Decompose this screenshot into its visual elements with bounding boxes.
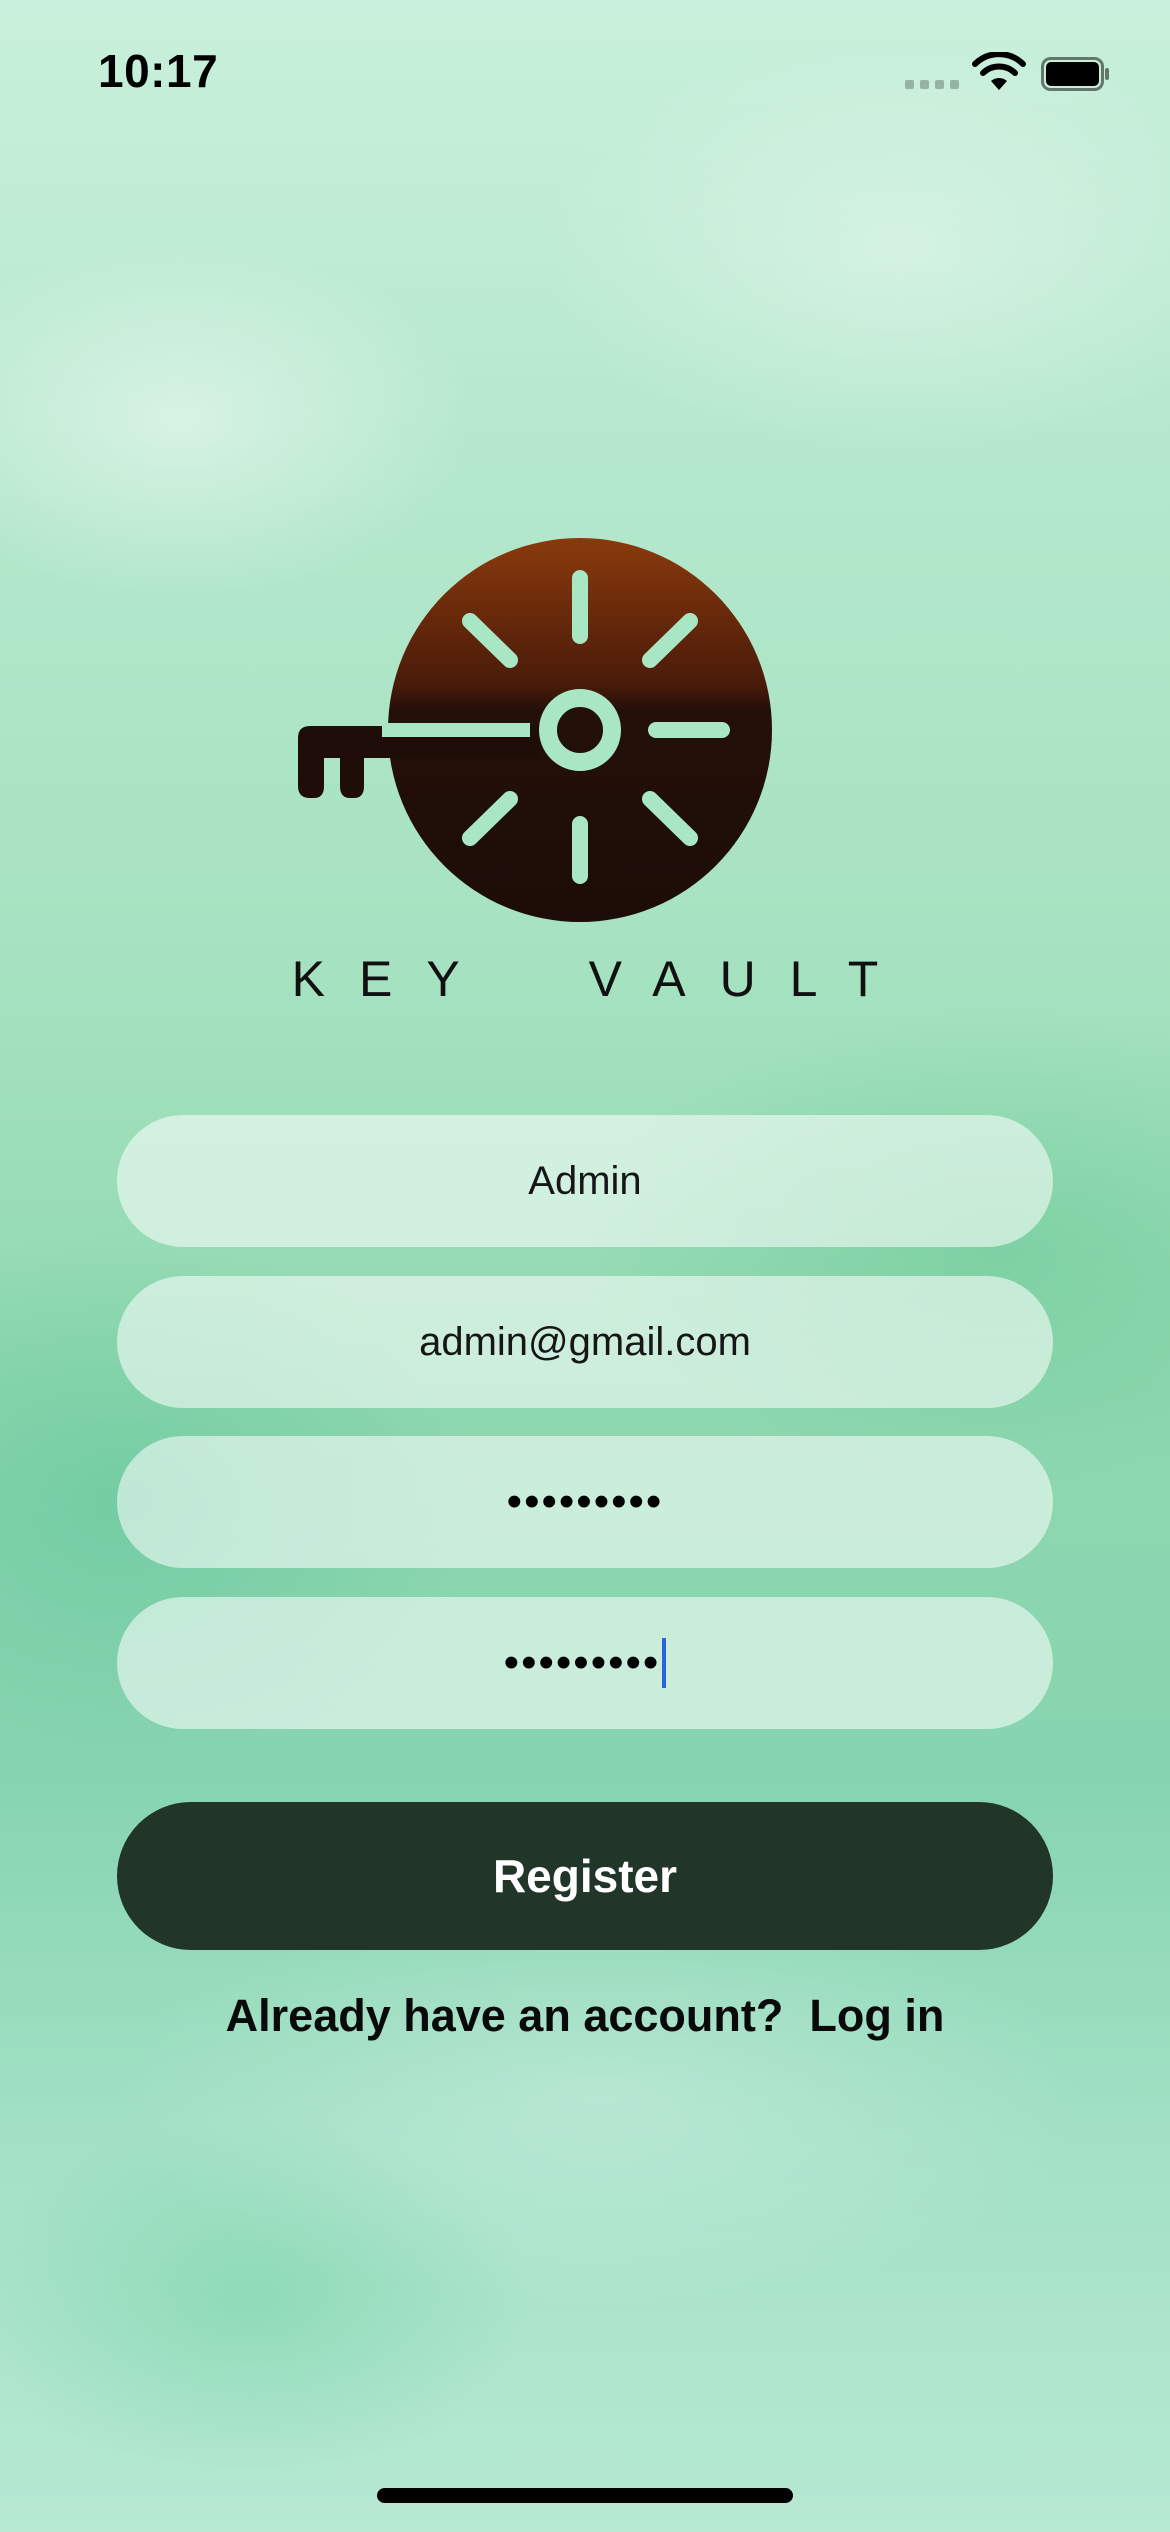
name-field[interactable]: Admin [117, 1115, 1053, 1247]
email-field[interactable]: admin@gmail.com [117, 1276, 1053, 1408]
login-prompt-line: Already have an account? Log in [0, 1990, 1170, 2042]
wifi-icon [972, 52, 1026, 90]
login-prompt-text: Already have an account? [225, 1990, 784, 2041]
password-field[interactable]: ••••••••• [117, 1436, 1053, 1568]
register-button[interactable]: Register [117, 1802, 1053, 1950]
status-bar: 10:17 [0, 0, 1170, 150]
key-vault-logo-icon [298, 538, 772, 922]
status-time: 10:17 [98, 45, 219, 97]
confirm-password-field[interactable]: ••••••••• [117, 1597, 1053, 1729]
cellular-signal-icon [905, 80, 959, 89]
register-button-label: Register [492, 1850, 678, 1902]
brand-name: KEY VAULT [291, 951, 913, 1007]
name-field-value: Admin [528, 1158, 642, 1203]
text-cursor [662, 1638, 667, 1688]
email-field-value: admin@gmail.com [419, 1319, 751, 1364]
password-field-value: ••••••••• [506, 1477, 664, 1526]
confirm-password-field-value: ••••••••• [503, 1638, 661, 1687]
home-indicator[interactable] [377, 2488, 793, 2503]
login-link[interactable]: Log in [809, 1990, 944, 2041]
battery-icon [1041, 57, 1109, 91]
